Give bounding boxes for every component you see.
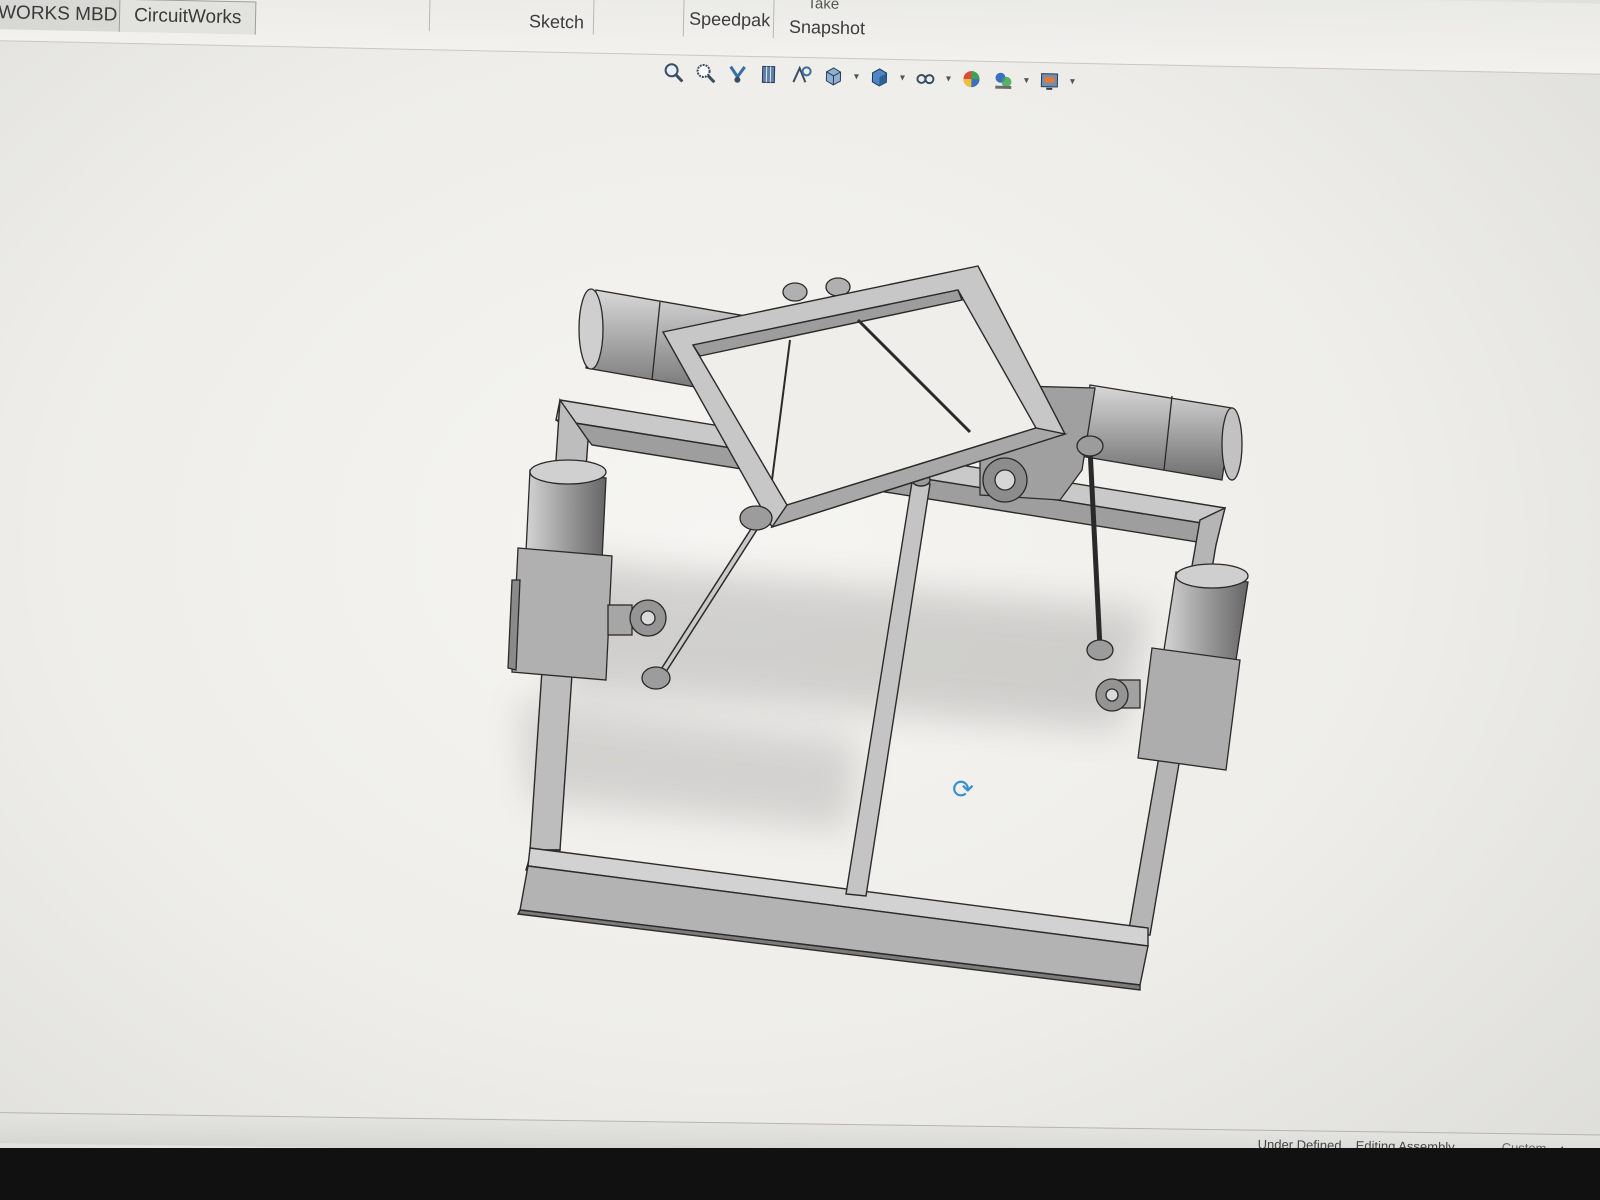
chevron-down-icon[interactable]: ▾ xyxy=(897,72,907,83)
edit-appearance-icon[interactable] xyxy=(957,65,986,94)
solidworks-window: WORKS MBD CircuitWorks Sketch Speedpak T… xyxy=(0,0,1600,1200)
chevron-down-icon[interactable]: ▾ xyxy=(1067,76,1077,87)
view-settings-icon[interactable] xyxy=(1035,67,1064,96)
hide-show-items-icon[interactable] xyxy=(911,64,940,93)
chevron-down-icon[interactable]: ▾ xyxy=(1021,75,1031,86)
zoom-to-area-icon[interactable] xyxy=(691,59,720,88)
chevron-down-icon[interactable]: ▾ xyxy=(851,71,861,82)
apply-scene-icon[interactable] xyxy=(989,65,1018,94)
toolbar-separator xyxy=(682,0,685,37)
chevron-down-icon[interactable]: ▾ xyxy=(943,73,953,84)
tab-circuitworks[interactable]: CircuitWorks xyxy=(118,0,257,35)
previous-view-icon[interactable] xyxy=(723,59,752,88)
zoom-to-fit-icon[interactable] xyxy=(659,58,688,87)
dynamic-annotation-icon[interactable] xyxy=(787,61,816,90)
toolbar-separator xyxy=(772,0,775,39)
monitor-bezel xyxy=(0,1148,1600,1200)
model-shadow xyxy=(520,560,1150,830)
display-style-icon[interactable] xyxy=(865,63,894,92)
toolbar-separator xyxy=(428,0,431,32)
sketch-button[interactable]: Sketch xyxy=(528,11,584,60)
view-orientation-icon[interactable] xyxy=(819,62,848,91)
assembly-model[interactable] xyxy=(0,110,1600,1110)
section-view-icon[interactable] xyxy=(755,60,784,89)
toolbar-separator xyxy=(592,0,595,35)
tab-mbd[interactable]: WORKS MBD xyxy=(0,0,133,32)
graphics-area[interactable]: ⟳ xyxy=(0,110,1600,1110)
rotate-view-icon: ⟳ xyxy=(952,774,974,804)
heads-up-view-toolbar: ▾ ▾ ▾ ▾ ▾ xyxy=(659,52,1078,101)
speedpak-button[interactable]: Speedpak xyxy=(688,9,770,59)
